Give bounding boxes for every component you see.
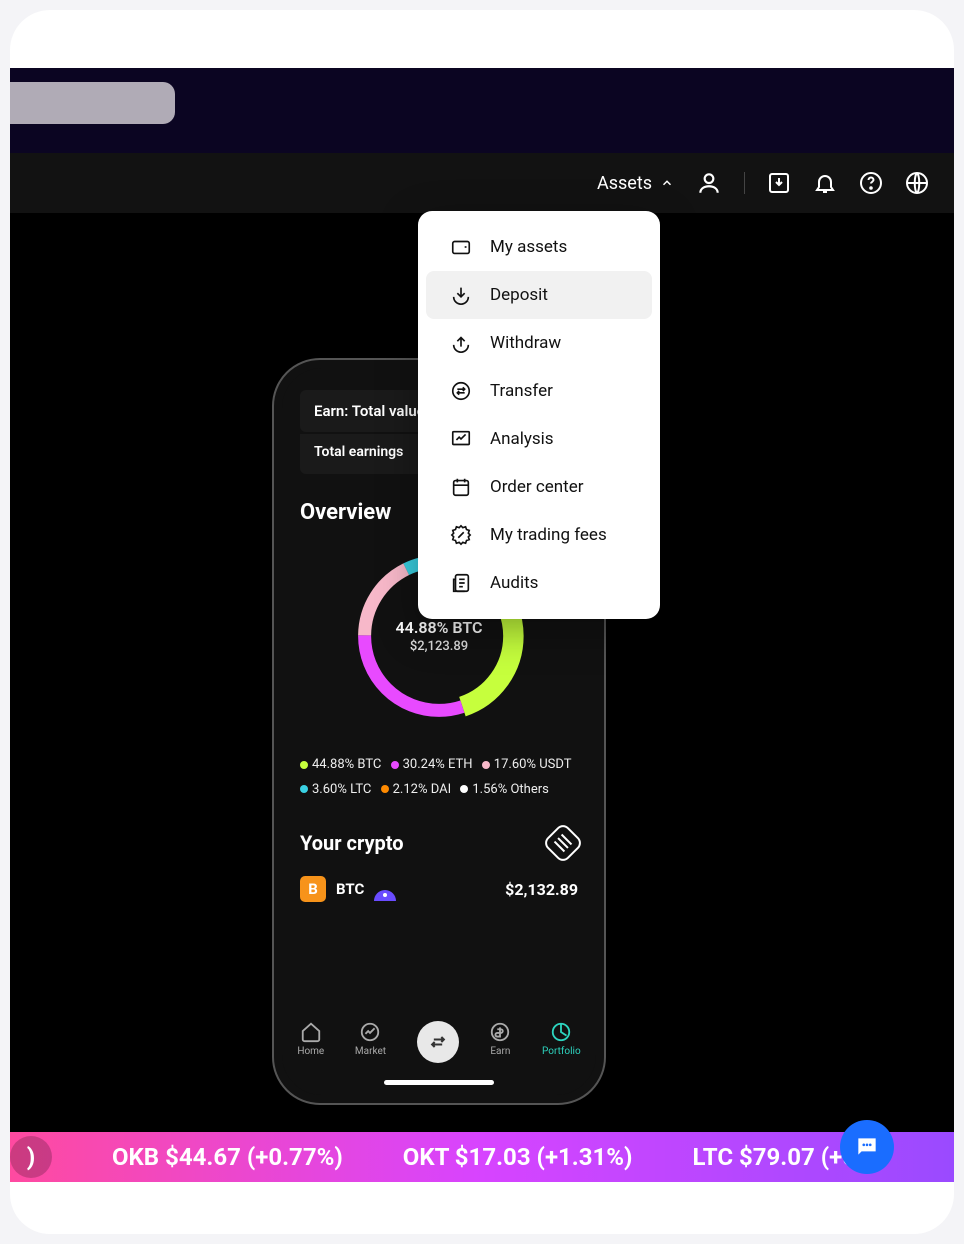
dd-my-assets[interactable]: My assets <box>426 223 652 271</box>
logo-placeholder <box>10 82 175 124</box>
ticker-item-partial: ) <box>10 1136 52 1178</box>
ticker-item-okt: OKT $17.03 (+1.31%) <box>403 1143 633 1171</box>
total-earnings-label: Total earnings <box>314 444 403 460</box>
nav-home[interactable]: Home <box>297 1021 324 1057</box>
nav-earn[interactable]: Earn <box>489 1021 511 1057</box>
withdraw-icon <box>450 332 472 354</box>
download-icon[interactable] <box>767 171 791 195</box>
chat-icon <box>854 1134 880 1160</box>
bell-icon[interactable] <box>813 171 837 195</box>
market-icon <box>359 1021 381 1043</box>
crypto-row-btc[interactable]: B BTC $2,132.89 <box>300 876 578 902</box>
deposit-icon <box>450 284 472 306</box>
donut-center-amount: $2,123.89 <box>410 639 468 654</box>
legend-others: 1.56% Others <box>472 782 548 797</box>
dd-transfer-label: Transfer <box>490 381 553 401</box>
legend-dot-usdt <box>482 761 490 769</box>
donut-center-pct: 44.88% BTC <box>396 618 483 637</box>
dd-audits-label: Audits <box>490 573 538 593</box>
user-icon[interactable] <box>696 170 722 196</box>
legend-dai: 2.12% DAI <box>393 782 452 797</box>
audits-icon <box>450 572 472 594</box>
nav-market-label: Market <box>355 1046 386 1057</box>
legend-btc: 44.88% BTC <box>312 757 381 772</box>
dd-deposit[interactable]: Deposit <box>426 271 652 319</box>
order-center-icon <box>450 476 472 498</box>
dd-trading-fees[interactable]: My trading fees <box>426 511 652 559</box>
help-icon[interactable] <box>859 171 883 195</box>
nav-assets-label: Assets <box>597 173 652 194</box>
nav-home-label: Home <box>297 1046 324 1057</box>
legend-ltc: 3.60% LTC <box>312 782 371 797</box>
analysis-icon <box>450 428 472 450</box>
dd-withdraw-label: Withdraw <box>490 333 561 353</box>
dd-trading-fees-label: My trading fees <box>490 525 607 545</box>
home-indicator <box>384 1080 494 1085</box>
crypto-symbol: BTC <box>336 880 364 898</box>
legend-usdt: 17.60% USDT <box>494 757 572 772</box>
nav-earn-label: Earn <box>490 1046 510 1057</box>
trading-fees-icon <box>450 524 472 546</box>
nav-assets-dropdown-trigger[interactable]: Assets <box>597 173 674 194</box>
shuffle-icon[interactable] <box>542 822 584 864</box>
dd-deposit-label: Deposit <box>490 285 548 305</box>
nav-portfolio-label: Portfolio <box>542 1046 581 1057</box>
earn-icon <box>489 1021 511 1043</box>
legend-dot-ltc <box>300 785 308 793</box>
nav-portfolio[interactable]: Portfolio <box>542 1021 581 1057</box>
legend-dot-others <box>460 785 468 793</box>
swap-icon <box>428 1032 448 1052</box>
legend-eth: 30.24% ETH <box>403 757 473 772</box>
globe-icon[interactable] <box>905 171 929 195</box>
transfer-icon <box>450 380 472 402</box>
assets-dropdown: My assets Deposit Withdraw Transfer Anal… <box>418 211 660 619</box>
dd-audits[interactable]: Audits <box>426 559 652 607</box>
legend-dot-eth <box>391 761 399 769</box>
earn-label: Earn: Total value <box>314 402 425 420</box>
portfolio-icon <box>550 1021 572 1043</box>
legend-dot-btc <box>300 761 308 769</box>
crypto-value: $2,132.89 <box>505 880 578 899</box>
btc-icon: B <box>300 876 326 902</box>
nav-market[interactable]: Market <box>355 1021 386 1057</box>
chat-fab[interactable] <box>840 1120 894 1174</box>
dd-withdraw[interactable]: Withdraw <box>426 319 652 367</box>
dd-analysis-label: Analysis <box>490 429 554 449</box>
dd-order-center-label: Order center <box>490 477 584 497</box>
legend-dot-dai <box>381 785 389 793</box>
dd-my-assets-label: My assets <box>490 237 567 257</box>
dd-analysis[interactable]: Analysis <box>426 415 652 463</box>
dd-order-center[interactable]: Order center <box>426 463 652 511</box>
dd-transfer[interactable]: Transfer <box>426 367 652 415</box>
nav-bar: Assets <box>10 153 954 213</box>
ticker-item-okb: OKB $44.67 (+0.77%) <box>112 1143 343 1171</box>
home-icon <box>300 1021 322 1043</box>
wallet-icon <box>450 236 472 258</box>
price-ticker: ) OKB $44.67 (+0.77%) OKT $17.03 (+1.31%… <box>10 1132 954 1182</box>
nav-center-swap[interactable] <box>417 1021 459 1063</box>
donut-legend: 44.88% BTC 30.24% ETH 17.60% USDT 3.60% … <box>300 753 578 802</box>
chevron-up-icon <box>660 176 674 190</box>
sparkline-indicator <box>374 890 396 901</box>
nav-separator <box>744 172 745 194</box>
your-crypto-title: Your crypto <box>300 831 404 855</box>
